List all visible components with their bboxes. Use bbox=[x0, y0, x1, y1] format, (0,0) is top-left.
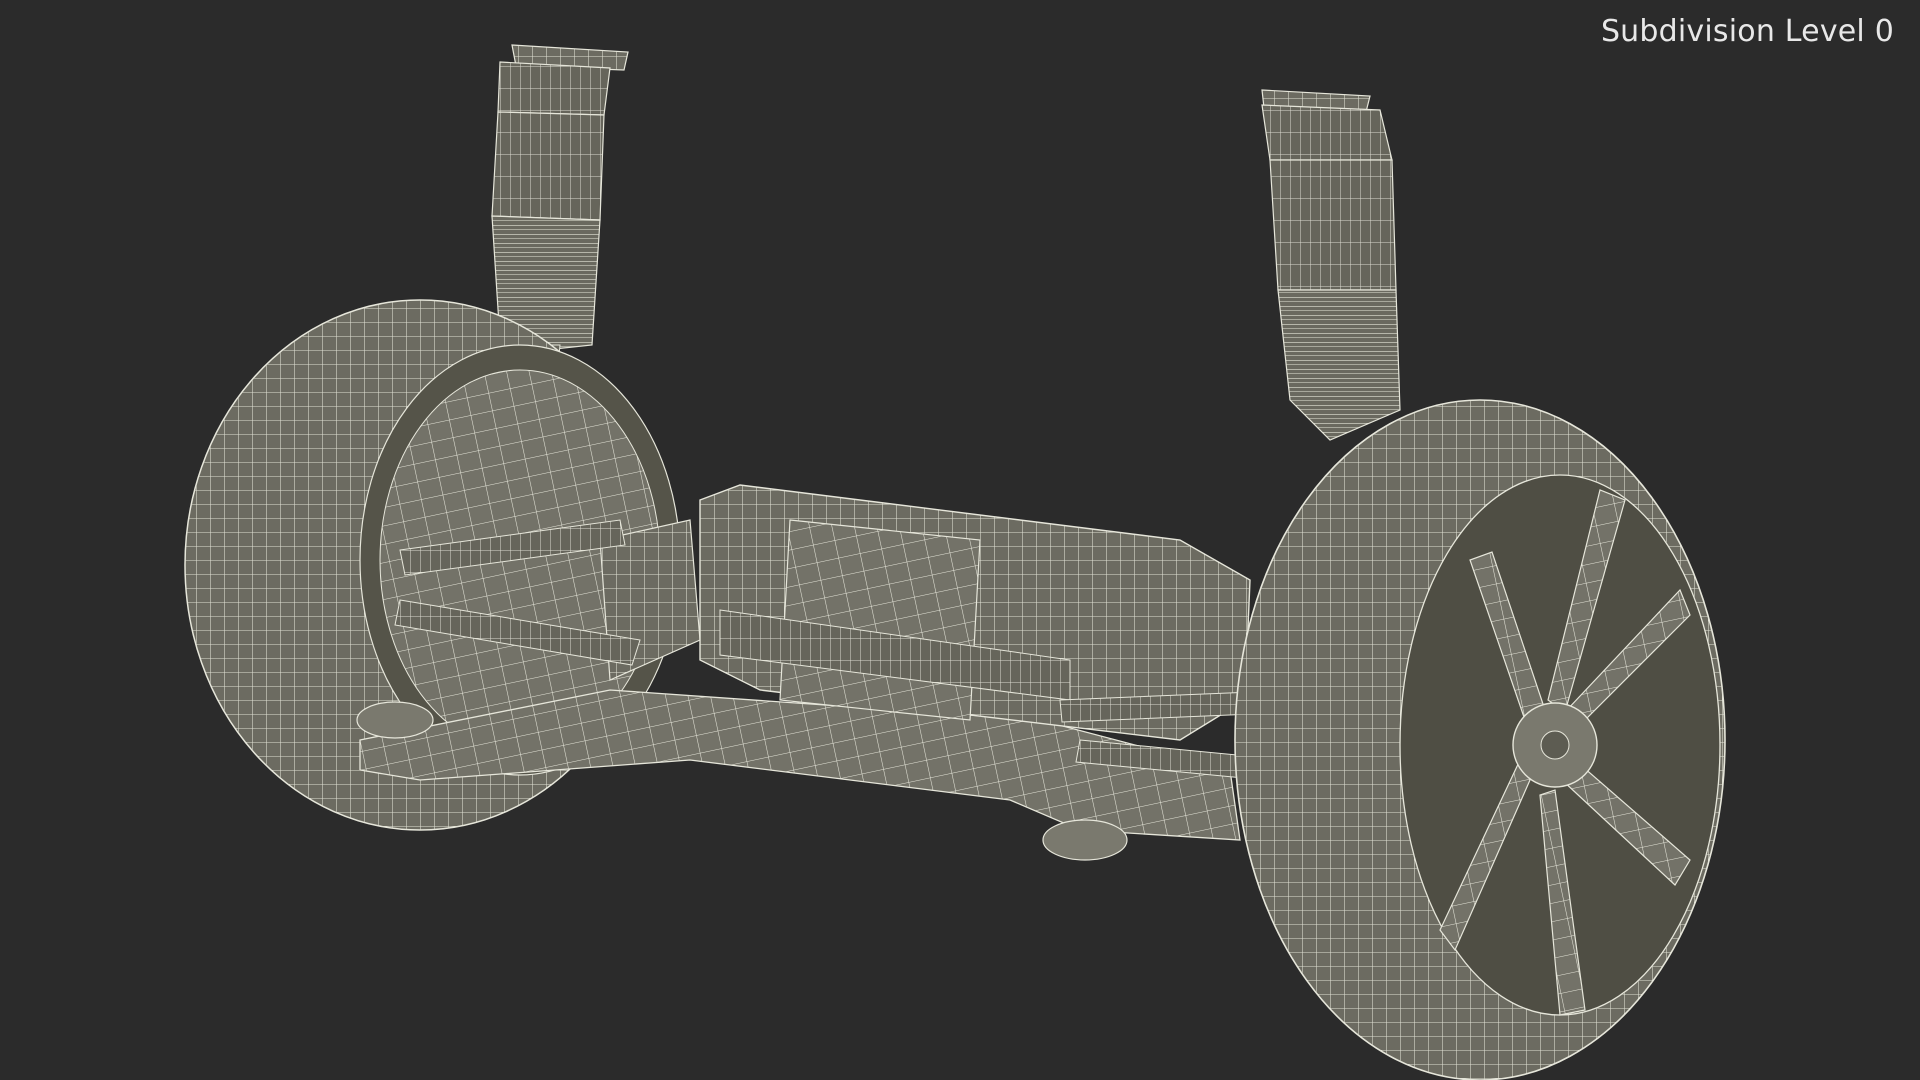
subdivision-level-label: Subdivision Level 0 bbox=[1600, 14, 1894, 49]
right-wheel bbox=[1234, 399, 1726, 1080]
wireframe-render bbox=[184, 44, 1726, 1080]
right-air-strut bbox=[1261, 89, 1401, 441]
render-viewport: Subdivision Level 0 bbox=[0, 0, 1920, 1080]
